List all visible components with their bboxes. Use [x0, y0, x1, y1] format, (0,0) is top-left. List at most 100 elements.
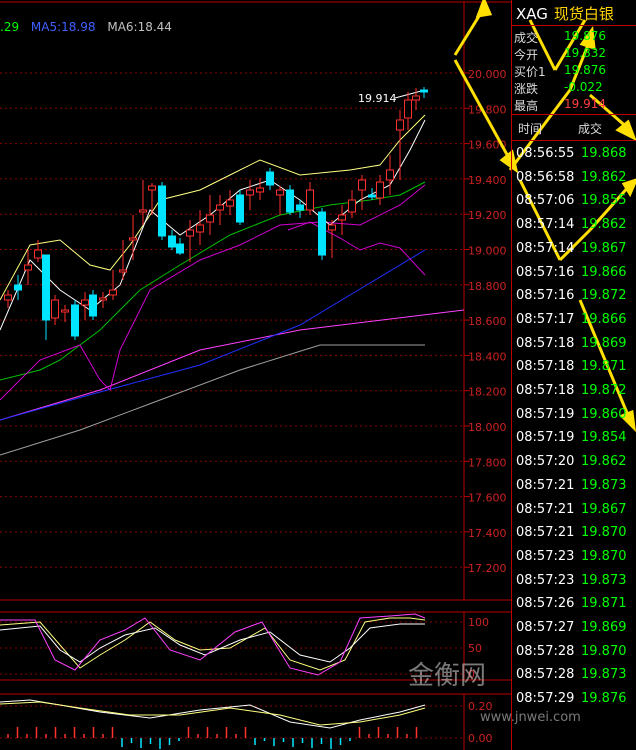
macd-dif-line	[0, 699, 426, 729]
tick-time: 08:57:16	[516, 264, 575, 280]
ma-yellow-line	[0, 114, 426, 301]
tick-row: 08:56:58 19.862	[514, 170, 636, 194]
high-price-label: 19.914	[358, 92, 397, 105]
candle-body	[119, 269, 127, 273]
tick-price: 19.870	[581, 525, 627, 541]
tick-price: 19.862	[581, 454, 627, 470]
tick-price: 19.869	[581, 620, 627, 635]
price-tick-label: 17.600	[468, 492, 507, 505]
tick-row: 08:57:16 19.872	[514, 288, 636, 312]
candle-body	[158, 185, 166, 237]
bollinger-lower-line	[287, 221, 426, 276]
tick-time: 08:57:27	[516, 620, 575, 635]
quote-value: 19.914	[564, 97, 606, 111]
tick-price: 19.867	[581, 501, 627, 517]
candle-body	[89, 294, 97, 317]
tick-price: 19.871	[581, 596, 627, 612]
quote-value: 19.832	[564, 46, 606, 60]
tick-time: 08:57:29	[516, 691, 575, 707]
macd-tick-label: 0.00	[468, 732, 493, 745]
price-tick-label: 18.400	[468, 350, 507, 363]
candle-body	[4, 294, 12, 301]
quote-row: 买价1 19.876	[514, 63, 635, 81]
ma6-label: MA6:18.44	[107, 20, 172, 34]
price-tick-label: 19.400	[468, 174, 507, 187]
quote-label: 买价1	[514, 65, 546, 79]
ma-blue-line	[0, 249, 426, 421]
tick-row: 08:57:27 19.869	[514, 620, 636, 644]
tick-price: 19.870	[581, 548, 627, 564]
candle-body	[186, 229, 194, 237]
tick-row: 08:57:28 19.870	[514, 644, 636, 668]
candle-body	[196, 224, 204, 233]
candle-body	[376, 181, 384, 199]
tick-row: 08:57:19 19.860	[514, 407, 636, 431]
candle-body	[306, 189, 314, 211]
quote-row: 成交 19.876	[514, 29, 635, 47]
candle-body	[71, 304, 79, 337]
quote-value: -0.022	[564, 80, 603, 94]
candle-body	[286, 189, 294, 213]
tick-time: 08:57:18	[516, 359, 575, 375]
quote-label: 最高	[514, 99, 539, 113]
tick-price: 19.871	[581, 359, 627, 375]
candle-body	[412, 95, 420, 101]
tick-time: 08:56:58	[516, 169, 575, 185]
tick-time: 08:57:23	[516, 572, 575, 588]
tick-time: 08:57:21	[516, 477, 575, 493]
candle-body	[61, 309, 69, 313]
tick-price: 19.870	[581, 643, 627, 659]
tick-row: 08:57:28 19.873	[514, 667, 636, 691]
tick-row: 08:57:21 19.867	[514, 502, 636, 526]
tick-time: 08:57:19	[516, 406, 575, 422]
tick-time: 08:56:55	[516, 146, 575, 161]
tick-time: 08:57:21	[516, 501, 575, 517]
quote-panel: XAG 现货白银 成交 19.876 今开 19.832 买价1 19.876 涨跌 -0.02…	[511, 0, 636, 750]
tick-price: 19.873	[581, 572, 627, 588]
tick-price: 19.860	[581, 406, 627, 422]
price-tick-label: 20.000	[468, 68, 507, 81]
tick-row: 08:57:17 19.866	[514, 312, 636, 336]
candle-body	[216, 204, 224, 211]
candle-body	[24, 264, 32, 271]
candle-body	[226, 199, 234, 207]
candle-body	[318, 211, 326, 256]
price-tick-label: 17.200	[468, 562, 507, 575]
candle-body	[109, 289, 117, 296]
quote-row: 最高 19.914	[514, 97, 635, 115]
tick-time: 08:57:18	[516, 335, 575, 351]
tick-row: 08:57:21 19.873	[514, 478, 636, 502]
tick-row: 08:57:18 19.871	[514, 359, 636, 383]
tick-price: 19.866	[581, 264, 627, 280]
candle-body	[34, 249, 42, 259]
tick-time: 08:57:23	[516, 548, 575, 564]
candle-body	[176, 243, 184, 254]
quote-row: 涨跌 -0.022	[514, 80, 635, 98]
candle-body	[148, 185, 156, 191]
ma5-label: MA5:18.98	[30, 20, 96, 34]
tick-price: 19.862	[581, 217, 627, 233]
price-tick-label: 19.200	[468, 209, 507, 222]
tick-time: 08:57:06	[516, 193, 575, 209]
quote-row: 今开 19.832	[514, 46, 635, 64]
candle-body	[236, 194, 244, 223]
tick-time: 08:57:19	[516, 430, 575, 446]
price-tick-label: 18.000	[468, 421, 507, 434]
candle-body	[256, 187, 264, 193]
kdj-j-line	[0, 613, 426, 676]
candle-body	[404, 99, 412, 119]
tick-price: 19.873	[581, 667, 627, 683]
tick-time: 08:57:20	[516, 454, 575, 470]
candle-body	[420, 89, 428, 93]
candle-body	[168, 235, 176, 248]
candle-body	[51, 299, 59, 319]
price-tick-label: 18.200	[468, 386, 507, 399]
candle-body	[338, 214, 346, 221]
ma-magenta-line	[0, 309, 465, 421]
price-tick-label: 17.400	[468, 527, 507, 540]
tick-time: 08:57:26	[516, 596, 575, 612]
tick-row: 08:57:21 19.870	[514, 525, 636, 549]
tick-row: 08:57:14 19.867	[514, 241, 636, 265]
candle-body	[206, 214, 214, 223]
tick-price: 19.867	[581, 240, 627, 256]
